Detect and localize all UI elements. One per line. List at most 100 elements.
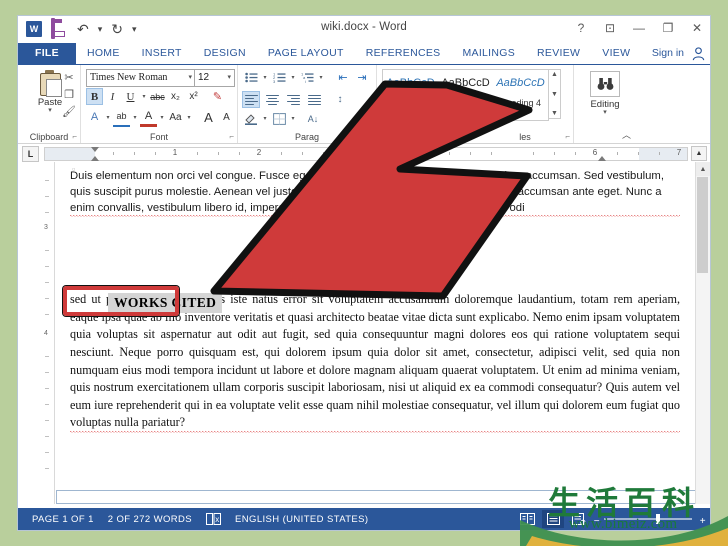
align-left-button[interactable] xyxy=(242,91,260,108)
tab-page-layout[interactable]: PAGE LAYOUT xyxy=(257,43,355,64)
scrollbar-thumb[interactable] xyxy=(697,177,708,273)
change-case-caret-icon[interactable]: ▾ xyxy=(185,114,193,121)
editing-caret-icon[interactable]: ▾ xyxy=(587,109,623,116)
horizontal-ruler[interactable]: L 1 2 4 6 7 ▲ xyxy=(18,144,710,163)
style-heading-3[interactable]: AaBbCcD Heading 3 xyxy=(438,70,493,120)
underline-caret-icon[interactable]: ▾ xyxy=(140,93,148,100)
zoom-out-button[interactable]: − xyxy=(594,516,600,527)
read-mode-icon[interactable] xyxy=(516,510,538,528)
clear-formatting-icon[interactable]: ✎ xyxy=(209,88,226,105)
align-center-button[interactable] xyxy=(263,91,281,108)
window-controls: ? ⊡ — ❐ ✕ xyxy=(574,20,704,36)
tab-insert[interactable]: INSERT xyxy=(131,43,193,64)
styles-more-icon[interactable]: ▼ xyxy=(551,110,558,117)
ribbon-group-paragraph: ▾ 123 ▾ 1ai ▾ ⇤ ⇥ ↕ ▾ ▾ A↓ Parag ⌐ xyxy=(238,65,377,143)
superscript-button[interactable]: x² xyxy=(185,88,202,105)
style-heading-4[interactable]: AaBbCcD Heading 4 xyxy=(493,70,548,120)
underline-button[interactable]: U xyxy=(122,88,139,105)
scroll-up-icon[interactable]: ▲ xyxy=(696,162,710,176)
subscript-button[interactable]: x₂ xyxy=(167,88,184,105)
highlight-caret-icon[interactable]: ▾ xyxy=(131,114,139,121)
font-color-icon[interactable]: A xyxy=(140,107,157,127)
zoom-slider[interactable] xyxy=(604,514,692,524)
borders-icon[interactable] xyxy=(270,110,288,127)
italic-button[interactable]: I xyxy=(104,88,121,105)
paragraph-dialog-launcher-icon[interactable]: ⌐ xyxy=(368,132,373,141)
style-heading-2[interactable]: AaBbCcD Heading 2 xyxy=(383,70,438,120)
align-right-button[interactable] xyxy=(284,91,302,108)
zoom-slider-thumb[interactable] xyxy=(656,514,660,524)
font-dialog-launcher-icon[interactable]: ⌐ xyxy=(229,132,234,141)
account-person-icon[interactable] xyxy=(691,46,706,61)
right-indent-marker[interactable] xyxy=(598,156,606,161)
print-layout-icon[interactable] xyxy=(542,510,564,528)
multilevel-caret-icon[interactable]: ▾ xyxy=(317,74,325,81)
font-size-input[interactable]: 12 ▾ xyxy=(194,69,235,87)
line-spacing-icon[interactable]: ↕ xyxy=(331,91,349,108)
tab-stop-selector[interactable]: L xyxy=(22,146,39,162)
sort-icon[interactable]: A↓ xyxy=(304,110,322,127)
numbering-caret-icon[interactable]: ▾ xyxy=(289,74,297,81)
tab-design[interactable]: DESIGN xyxy=(193,43,257,64)
styles-gallery-scroll[interactable]: ▲ ▼ ▼ xyxy=(548,69,561,119)
bullets-icon[interactable] xyxy=(242,69,260,86)
spelling-check-icon[interactable]: x xyxy=(206,512,222,526)
collapse-ribbon-icon[interactable]: ︿ xyxy=(622,128,631,141)
format-painter-icon[interactable]: 🖌 xyxy=(60,103,78,120)
clipboard-dialog-launcher-icon[interactable]: ⌐ xyxy=(72,132,77,141)
font-name-input[interactable]: Times New Roman ▾ xyxy=(86,69,196,87)
shrink-font-icon[interactable]: A xyxy=(218,109,235,126)
left-indent-marker[interactable] xyxy=(91,156,99,161)
styles-dialog-launcher-icon[interactable]: ⌐ xyxy=(565,132,570,141)
status-words[interactable]: 2 OF 272 WORDS xyxy=(108,514,192,525)
status-language[interactable]: ENGLISH (UNITED STATES) xyxy=(235,514,368,525)
multilevel-list-icon[interactable]: 1ai xyxy=(298,69,316,86)
tab-references[interactable]: REFERENCES xyxy=(355,43,452,64)
styles-scroll-up-icon[interactable]: ▲ xyxy=(551,71,558,78)
increase-indent-icon[interactable]: ⇥ xyxy=(353,69,371,86)
tab-file[interactable]: FILE xyxy=(18,43,76,64)
sign-in-link[interactable]: Sign in xyxy=(652,43,684,64)
highlight-annotation-box xyxy=(63,286,179,316)
borders-caret-icon[interactable]: ▾ xyxy=(289,115,297,122)
maximize-button[interactable]: ❐ xyxy=(661,20,675,36)
vertical-scrollbar[interactable]: ▲ xyxy=(695,162,710,504)
tab-home[interactable]: HOME xyxy=(76,43,131,64)
strikethrough-button[interactable]: abc xyxy=(149,88,166,105)
document-paragraph-top[interactable]: Duis elementum non orci vel congue. Fusc… xyxy=(70,168,680,218)
tab-review[interactable]: REVIEW xyxy=(526,43,591,64)
decrease-indent-icon[interactable]: ⇤ xyxy=(334,69,352,86)
text-highlight-icon[interactable]: ab xyxy=(113,108,130,127)
font-color-caret-icon[interactable]: ▾ xyxy=(158,114,166,121)
numbering-icon[interactable]: 123 xyxy=(270,69,288,86)
ruler-scroll-up-button[interactable]: ▲ xyxy=(691,146,707,161)
font-size-caret-icon[interactable]: ▾ xyxy=(227,70,231,85)
tab-view[interactable]: VIEW xyxy=(591,43,641,64)
shading-icon[interactable] xyxy=(242,110,260,127)
text-effects-caret-icon[interactable]: ▾ xyxy=(104,114,112,121)
document-page[interactable]: ▫ Duis elementum non orci vel congue. Fu… xyxy=(56,162,696,504)
editing-button[interactable]: Editing ▾ xyxy=(587,71,623,116)
minimize-button[interactable]: — xyxy=(632,20,646,36)
status-page[interactable]: PAGE 1 OF 1 xyxy=(32,514,94,525)
copy-icon[interactable]: ❐ xyxy=(60,86,78,103)
help-button[interactable]: ? xyxy=(574,20,588,36)
cut-icon[interactable]: ✂ xyxy=(60,69,78,86)
justify-button[interactable] xyxy=(305,91,323,108)
text-effects-icon[interactable]: A xyxy=(86,109,103,126)
bullets-caret-icon[interactable]: ▾ xyxy=(261,74,269,81)
web-layout-icon[interactable] xyxy=(568,510,590,528)
zoom-in-button[interactable]: + xyxy=(700,516,706,527)
first-line-indent-marker[interactable] xyxy=(91,147,99,152)
styles-scroll-down-icon[interactable]: ▼ xyxy=(551,91,558,98)
grow-font-icon[interactable]: A xyxy=(200,109,217,126)
close-button[interactable]: ✕ xyxy=(690,20,704,36)
bold-button[interactable]: B xyxy=(86,88,103,105)
ribbon-group-editing: Editing ▾ ︿ xyxy=(574,65,636,143)
tab-mailings[interactable]: MAILINGS xyxy=(451,43,526,64)
change-case-icon[interactable]: Aa xyxy=(167,109,184,126)
shading-caret-icon[interactable]: ▾ xyxy=(261,115,269,122)
font-name-caret-icon[interactable]: ▾ xyxy=(188,70,192,85)
ruler-bar[interactable]: 1 2 4 6 7 xyxy=(44,147,702,161)
ribbon-display-options-button[interactable]: ⊡ xyxy=(603,20,617,36)
